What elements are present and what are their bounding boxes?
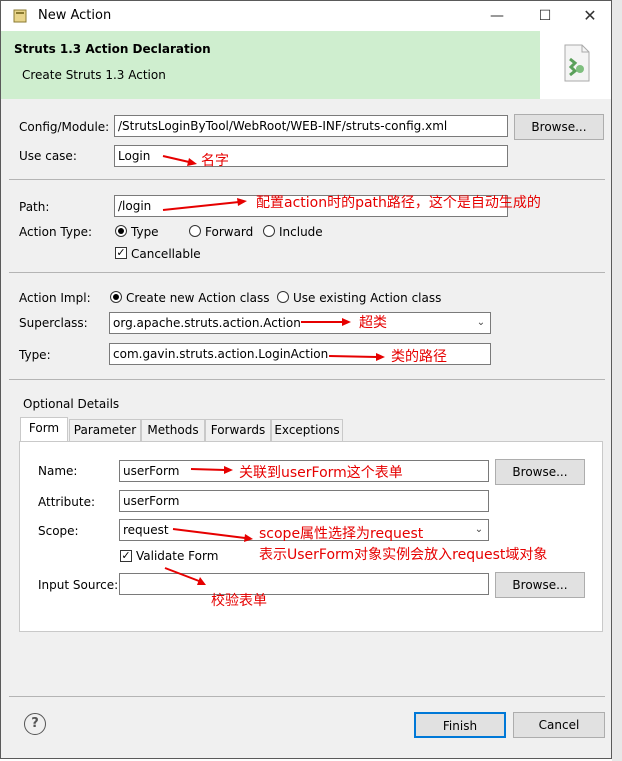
- annotation-arrow: [190, 468, 226, 471]
- annotation-arrow: [328, 355, 378, 358]
- annotation-arrow: [162, 201, 240, 211]
- annotation-arrows: [162, 155, 385, 585]
- annotation-name-note: 名字: [201, 153, 229, 169]
- annotation-arrow: [172, 528, 246, 539]
- annotation-arrowhead: [224, 466, 233, 474]
- annotation-userform-note: 关联到userForm这个表单: [239, 465, 403, 481]
- annotation-path-note: 配置action时的path路径，这个是自动生成的: [256, 195, 541, 211]
- annotation-validate-note: 校验表单: [211, 593, 267, 609]
- annotation-superclass-note: 超类: [359, 315, 387, 331]
- annotation-arrowhead: [237, 198, 247, 206]
- annotation-scope-note-1: scope属性选择为request: [259, 526, 424, 542]
- annotation-arrowhead: [376, 353, 385, 361]
- annotation-arrowhead: [187, 158, 197, 166]
- annotation-arrowhead: [244, 534, 253, 542]
- new-action-dialog: New Action — ☐ ✕ Struts 1.3 Action Decla…: [0, 0, 612, 759]
- annotation-arrow: [162, 155, 190, 163]
- annotation-scope-note-2: 表示UserForm对象实例会放入request域对象: [259, 547, 548, 563]
- annotation-type-note: 类的路径: [391, 349, 447, 365]
- background-strip: [612, 0, 622, 761]
- annotation-arrowhead: [342, 318, 351, 326]
- annotation-arrow: [164, 567, 200, 582]
